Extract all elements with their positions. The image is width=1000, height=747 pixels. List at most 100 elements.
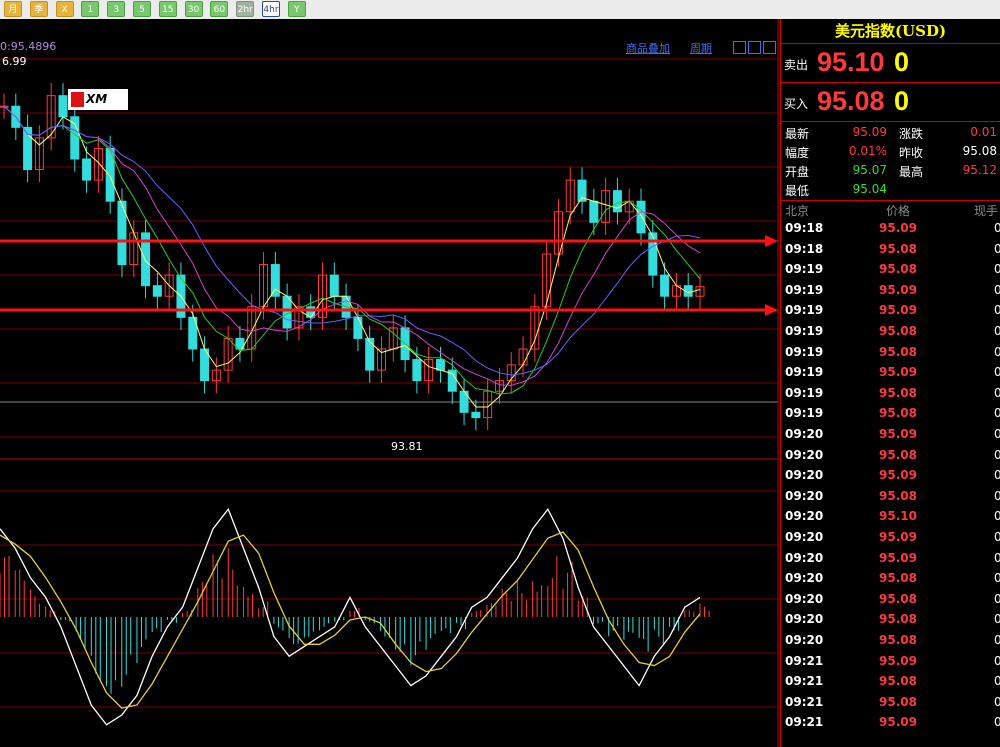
tick-price: 95.08 [879, 591, 917, 606]
tick-volume: 0 [994, 427, 1000, 441]
tick-row[interactable]: 09:20 95.09 0 [781, 530, 1000, 550]
candle-body [648, 232, 658, 276]
period-button[interactable]: 15 [158, 1, 177, 17]
tick-volume: 0 [994, 406, 1000, 421]
stat-label: 开盘 [785, 165, 810, 179]
buy-row: 买入 95.08 0 [781, 83, 1000, 122]
split-icon[interactable] [748, 41, 761, 54]
tick-row[interactable]: 09:20 95.08 0 [781, 571, 1000, 591]
period-button[interactable]: 30 [184, 1, 203, 17]
tick-header-time: 北京 [785, 204, 810, 218]
tick-row[interactable]: 09:19 95.08 0 [781, 345, 1000, 365]
tick-price: 95.09 [879, 221, 917, 235]
period-button[interactable]: 3 [107, 1, 126, 17]
period-button[interactable]: 月 [4, 1, 22, 17]
tick-row[interactable]: 09:21 95.08 0 [781, 695, 1000, 715]
tick-row[interactable]: 09:20 95.08 0 [781, 612, 1000, 632]
tick-row[interactable]: 09:20 95.09 0 [781, 551, 1000, 571]
chart-area[interactable]: 商品叠加 周期 0:95.4896 6.99 93.81 XM [0, 19, 780, 747]
expand-icon[interactable] [763, 41, 776, 54]
tick-row[interactable]: 09:19 95.08 0 [781, 386, 1000, 406]
tick-header-price: 价格 [886, 204, 911, 218]
tick-volume: 0 [994, 365, 1000, 380]
tick-price: 95.10 [879, 509, 917, 524]
tick-volume: 0 [994, 612, 1000, 627]
tick-time: 09:21 [785, 653, 824, 668]
tick-header-vol: 现手 [974, 204, 999, 218]
tick-time: 09:20 [785, 447, 824, 462]
tick-price: 95.08 [879, 447, 917, 462]
tick-price: 95.09 [879, 282, 917, 297]
tick-row[interactable]: 09:19 95.08 0 [781, 406, 1000, 426]
tick-price: 95.08 [879, 694, 917, 709]
stat-label: 最高 [899, 165, 924, 179]
tick-volume: 0 [994, 674, 1000, 689]
tick-price: 95.09 [879, 303, 917, 318]
period-button[interactable]: 60 [210, 1, 229, 17]
tick-time: 09:20 [785, 530, 824, 544]
kline-chart[interactable] [0, 19, 780, 747]
stat-label: 涨跌 [899, 127, 924, 141]
tick-price: 95.08 [879, 633, 917, 647]
candle-body [70, 116, 80, 160]
tick-row[interactable]: 09:21 95.09 0 [781, 715, 1000, 735]
tick-time: 09:19 [785, 344, 824, 359]
tick-row[interactable]: 09:19 95.09 0 [781, 365, 1000, 385]
stat-value: 0.01 [970, 125, 997, 139]
tick-volume: 0 [994, 447, 1000, 462]
tick-row[interactable]: 09:18 95.08 0 [781, 242, 1000, 262]
tick-row[interactable]: 09:19 95.08 0 [781, 324, 1000, 344]
tick-volume: 0 [994, 241, 1000, 256]
tick-volume: 0 [994, 715, 1000, 730]
tick-time: 09:20 [785, 509, 824, 524]
candle-body [329, 274, 339, 297]
tick-row[interactable]: 09:20 95.09 0 [781, 427, 1000, 447]
tick-time: 09:19 [785, 282, 824, 297]
tick-volume: 0 [994, 694, 1000, 709]
tick-price: 95.09 [879, 468, 917, 483]
period-button[interactable]: 5 [133, 1, 151, 17]
tick-row[interactable]: 09:18 95.09 0 [781, 221, 1000, 241]
sell-volume: 0 [894, 47, 910, 77]
tick-row[interactable]: 09:20 95.10 0 [781, 509, 1000, 529]
period-button[interactable]: 2hr [236, 1, 255, 17]
period-toolbar: 月季 X 1 3 5 15 30 60 2hr 4hr Y [0, 0, 1000, 20]
tick-price: 95.09 [879, 427, 917, 441]
quote-panel: 美元指数(USD) 卖出 95.10 0 买入 95.08 0 最新 95.09 涨… [780, 19, 1000, 747]
period-button[interactable]: 1 [81, 1, 100, 17]
tick-row[interactable]: 09:21 95.08 0 [781, 674, 1000, 694]
tick-volume: 0 [994, 324, 1000, 338]
stat-value: 95.04 [852, 182, 887, 196]
tick-row[interactable]: 09:21 95.09 0 [781, 654, 1000, 674]
tick-row[interactable]: 09:20 95.08 0 [781, 448, 1000, 468]
tick-row[interactable]: 09:19 95.09 0 [781, 283, 1000, 303]
tick-row[interactable]: 09:20 95.08 0 [781, 592, 1000, 612]
tick-volume: 0 [994, 509, 1000, 524]
tick-row[interactable]: 09:20 95.09 0 [781, 468, 1000, 488]
tick-time: 09:20 [785, 571, 824, 586]
overlay-link[interactable]: 商品叠加 [626, 40, 670, 56]
layout-icon[interactable] [733, 41, 746, 54]
tick-row[interactable]: 09:19 95.09 0 [781, 303, 1000, 323]
tick-time: 09:19 [785, 324, 824, 338]
period-button[interactable]: 季 [29, 1, 48, 17]
tick-time: 09:19 [785, 406, 824, 421]
period-button[interactable]: 4hr [262, 1, 280, 17]
period-button[interactable]: X [55, 1, 74, 17]
tick-row[interactable]: 09:20 95.08 0 [781, 633, 1000, 653]
ma-readout: 0:95.4896 [0, 40, 57, 53]
stat-label: 幅度 [785, 146, 810, 160]
tick-price: 95.08 [879, 674, 917, 689]
period-button[interactable]: Y [287, 1, 306, 17]
tick-volume: 0 [994, 262, 1000, 277]
tick-price: 95.08 [879, 385, 917, 400]
tick-row[interactable]: 09:19 95.08 0 [781, 262, 1000, 282]
period-link[interactable]: 周期 [690, 40, 712, 56]
tick-volume: 0 [994, 653, 1000, 668]
tick-row[interactable]: 09:20 95.08 0 [781, 489, 1000, 509]
tick-time: 09:20 [785, 591, 824, 606]
tick-price: 95.09 [879, 715, 917, 730]
tick-time: 09:18 [785, 221, 824, 235]
stat-value: 95.08 [962, 144, 997, 158]
buy-volume: 0 [894, 86, 910, 116]
